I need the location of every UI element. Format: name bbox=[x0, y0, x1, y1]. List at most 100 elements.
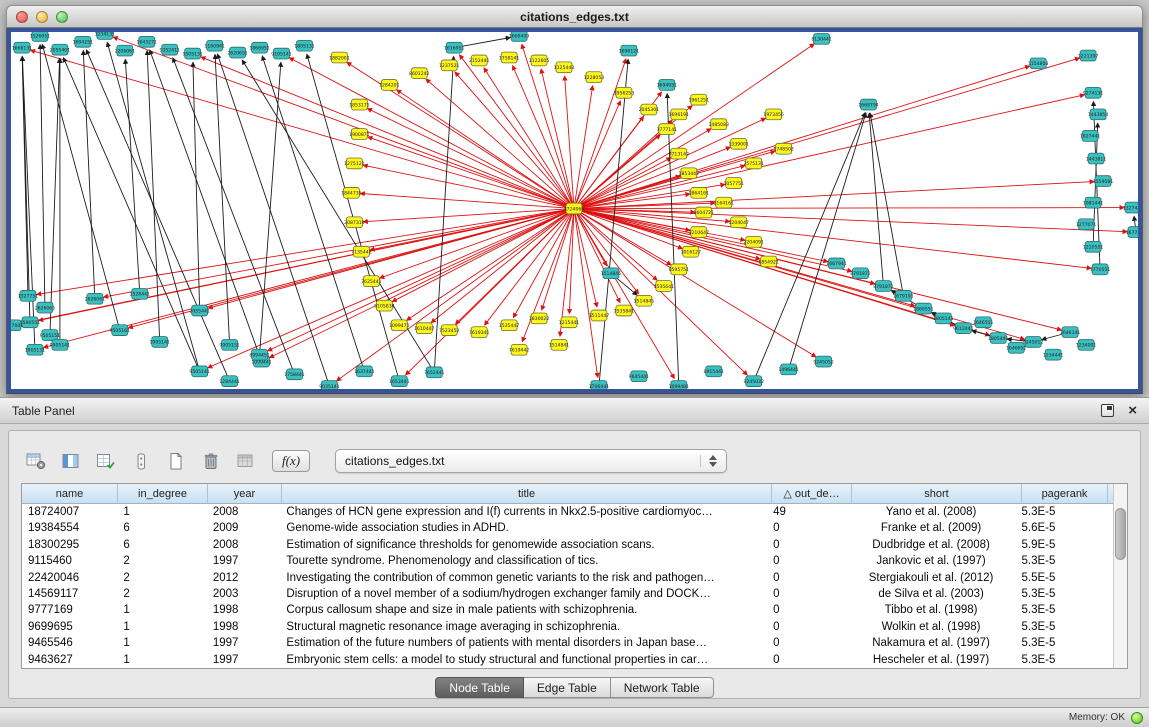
table-source-dropdown[interactable]: citations_edges.txt bbox=[335, 449, 727, 473]
graph-edge[interactable] bbox=[577, 208, 1124, 209]
graph-edge[interactable] bbox=[42, 44, 119, 327]
graph-node[interactable]: 8130441 bbox=[811, 33, 832, 44]
graph-node[interactable]: 1228053 bbox=[584, 72, 605, 83]
show-columns-button[interactable] bbox=[58, 449, 84, 473]
graph-node[interactable]: 1559581 bbox=[1093, 176, 1114, 187]
graph-edge[interactable] bbox=[565, 76, 574, 205]
graph-edge[interactable] bbox=[86, 50, 228, 379]
graph-node[interactable]: 1844735 bbox=[341, 187, 362, 198]
create-column-button[interactable] bbox=[163, 449, 189, 473]
function-builder-button[interactable]: f(x) bbox=[272, 450, 310, 472]
graph-edge[interactable] bbox=[367, 108, 571, 207]
graph-node[interactable]: 7625441 bbox=[361, 276, 382, 287]
graph-node[interactable]: 1653441 bbox=[389, 376, 410, 387]
graph-edge[interactable] bbox=[31, 50, 572, 207]
graph-node[interactable]: 1535841 bbox=[614, 305, 635, 316]
graph-node[interactable]: 1777141 bbox=[657, 124, 678, 135]
graph-node[interactable]: 2045301 bbox=[639, 104, 660, 115]
graph-node[interactable]: 1160941 bbox=[204, 40, 225, 51]
graph-node[interactable]: 1514845 bbox=[601, 268, 622, 279]
graph-node[interactable]: 1514845 bbox=[634, 295, 655, 306]
graph-node[interactable]: 7135442 bbox=[351, 246, 372, 257]
graph-edge[interactable] bbox=[577, 209, 990, 335]
graph-node[interactable]: 1528441 bbox=[130, 288, 151, 299]
graph-node[interactable]: 7619341 bbox=[469, 327, 490, 338]
graph-node[interactable]: 1237521 bbox=[439, 60, 460, 71]
graph-edge[interactable] bbox=[397, 90, 572, 207]
graph-node[interactable]: 2055401 bbox=[50, 44, 71, 55]
graph-node[interactable]: 9505141 bbox=[189, 366, 210, 377]
graph-node[interactable]: 1854921 bbox=[758, 256, 779, 267]
graph-node[interactable]: 1485083 bbox=[709, 119, 730, 130]
graph-node[interactable]: 1122605 bbox=[529, 55, 550, 66]
graph-node[interactable]: 1696191 bbox=[669, 109, 690, 120]
column-header-name[interactable]: name bbox=[22, 484, 118, 503]
table-row[interactable]: 1456911722003Disruption of a novel membe… bbox=[22, 586, 1113, 602]
graph-node[interactable]: 1758141 bbox=[499, 52, 520, 63]
graph-node[interactable]: 1234131 bbox=[95, 32, 116, 39]
graph-node[interactable]: 1667941 bbox=[826, 258, 847, 269]
graph-edge[interactable] bbox=[577, 209, 1025, 339]
graph-node[interactable]: 1643271 bbox=[137, 36, 158, 47]
graph-node[interactable]: 1125448 bbox=[554, 62, 575, 73]
graph-edge[interactable] bbox=[576, 211, 675, 378]
graph-edge[interactable] bbox=[576, 44, 814, 207]
graph-node[interactable]: 1443811 bbox=[1086, 153, 1107, 164]
graph-edge[interactable] bbox=[513, 66, 573, 206]
graph-node[interactable]: 1284441 bbox=[219, 376, 240, 387]
graph-node[interactable]: 9505131 bbox=[182, 48, 203, 59]
graph-node[interactable]: 1099481 bbox=[669, 381, 690, 389]
graph-edge[interactable] bbox=[208, 209, 571, 308]
graph-node[interactable]: 9352411 bbox=[159, 44, 180, 55]
graph-node[interactable]: 1827441 bbox=[1080, 131, 1101, 142]
graph-node[interactable]: 1668131 bbox=[12, 42, 33, 53]
graph-node[interactable]: 1830022 bbox=[529, 313, 550, 324]
graph-node[interactable]: 1805441 bbox=[988, 333, 1009, 344]
table-row[interactable]: 2242004622012Investigating the contribut… bbox=[22, 570, 1113, 586]
graph-edge[interactable] bbox=[541, 69, 573, 206]
graph-edge[interactable] bbox=[380, 210, 571, 279]
graph-node[interactable]: 1210647 bbox=[689, 227, 710, 238]
table-row[interactable]: 1872400712008Changes of HCN gene express… bbox=[22, 504, 1113, 520]
graph-edge[interactable] bbox=[457, 38, 510, 48]
graph-node[interactable]: 1339001 bbox=[728, 138, 749, 149]
graph-node[interactable]: 1646141 bbox=[1060, 327, 1081, 338]
column-header-in_degree[interactable]: in_degree bbox=[118, 484, 208, 503]
network-window-titlebar[interactable]: citations_edges.txt bbox=[6, 5, 1143, 28]
scrollbar-thumb[interactable] bbox=[1115, 508, 1126, 560]
graph-node[interactable]: 1748503 bbox=[773, 143, 794, 154]
graph-edge[interactable] bbox=[125, 59, 139, 290]
graph-node[interactable]: 9505151 bbox=[40, 330, 61, 341]
network-canvas[interactable]: 1724066185317119008711275121184473520873… bbox=[11, 32, 1138, 389]
graph-node[interactable]: 1099471 bbox=[389, 320, 410, 331]
column-header-title[interactable]: title bbox=[282, 484, 772, 503]
table-row[interactable]: 1938455462009Genome-wide association stu… bbox=[22, 520, 1113, 536]
table-row[interactable]: 1830029562008Estimation of significance … bbox=[22, 537, 1113, 553]
table-vertical-scrollbar[interactable] bbox=[1113, 484, 1127, 668]
column-settings-button[interactable] bbox=[23, 449, 49, 473]
graph-node[interactable]: 9612441 bbox=[953, 323, 974, 334]
graph-node[interactable]: 1154808 bbox=[1028, 58, 1049, 69]
graph-node[interactable]: 7619442 bbox=[509, 344, 530, 355]
table-row[interactable]: 977716911998Corpus callosum shape and si… bbox=[22, 602, 1113, 618]
graph-edge[interactable] bbox=[217, 54, 328, 383]
graph-edge[interactable] bbox=[869, 113, 883, 283]
graph-node[interactable]: 1770551 bbox=[1090, 264, 1111, 275]
graph-node[interactable]: 1443854 bbox=[1088, 109, 1109, 120]
graph-node[interactable]: 1853171 bbox=[349, 99, 370, 110]
float-panel-button[interactable] bbox=[1101, 404, 1114, 417]
graph-node[interactable]: 1215441 bbox=[559, 317, 580, 328]
graph-node[interactable]: 1853442 bbox=[679, 168, 700, 179]
column-header-short[interactable]: short bbox=[852, 484, 1022, 503]
graph-node[interactable]: 9245052 bbox=[813, 356, 834, 367]
edit-columns-button[interactable] bbox=[93, 449, 119, 473]
graph-edge[interactable] bbox=[870, 113, 903, 293]
table-row[interactable]: 946554611997Estimation of the future num… bbox=[22, 635, 1113, 651]
graph-edge[interactable] bbox=[434, 57, 453, 370]
graph-edge[interactable] bbox=[83, 51, 94, 296]
column-header-year[interactable]: year bbox=[208, 484, 282, 503]
delete-column-button[interactable] bbox=[198, 449, 224, 473]
graph-node[interactable]: 2620651 bbox=[227, 47, 248, 58]
graph-node[interactable]: 8601242 bbox=[409, 68, 430, 79]
graph-node[interactable]: 1535447 bbox=[499, 320, 520, 331]
